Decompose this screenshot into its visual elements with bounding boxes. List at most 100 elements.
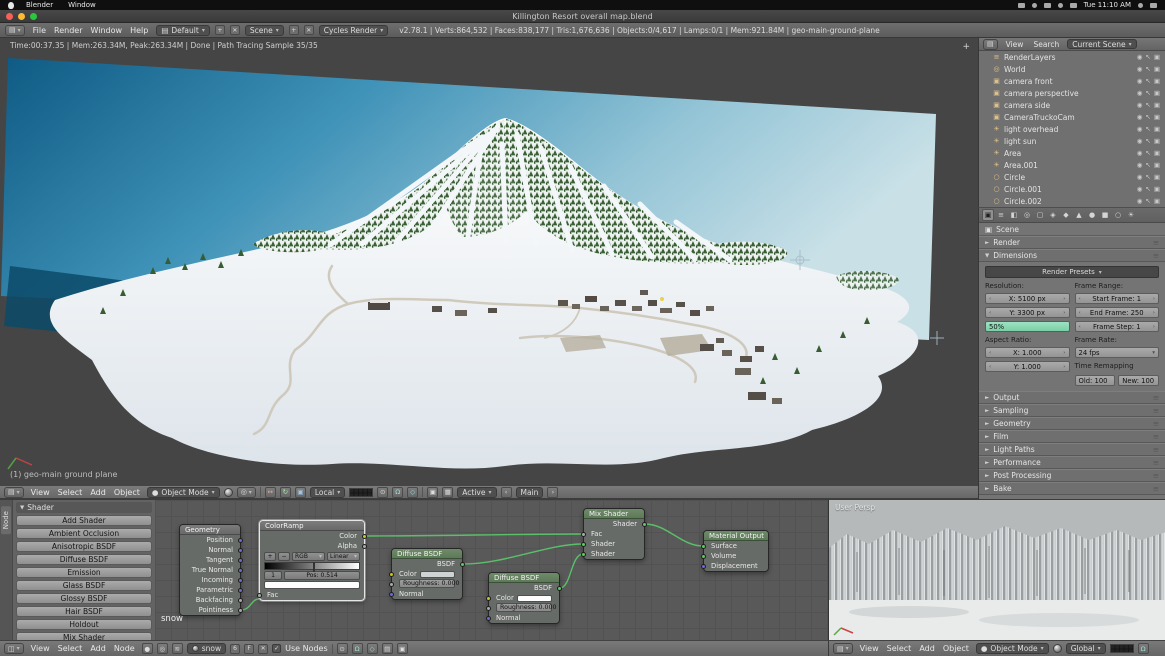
collapsed-panel-header[interactable]: ► Light Paths ≡ xyxy=(979,443,1165,456)
viewport-menu-item[interactable]: Object xyxy=(111,488,143,497)
resolution-x-field[interactable]: ‹X: 5100 px› xyxy=(985,293,1070,304)
collapsed-panel-header[interactable]: ► Bake ≡ xyxy=(979,482,1165,495)
outliner-item-name[interactable]: RenderLayers xyxy=(1004,53,1134,62)
viewport-menu-item[interactable]: Add xyxy=(916,644,938,653)
properties-tab[interactable]: ◆ xyxy=(1060,209,1072,221)
viewport-menu-item[interactable]: Object xyxy=(940,644,972,653)
outliner-display-mode[interactable]: Current Scene ▾ xyxy=(1067,39,1136,49)
selectability-toggle-icon[interactable]: ↖ xyxy=(1145,173,1150,181)
outliner-item-name[interactable]: CameraTruckoCam xyxy=(1004,113,1134,122)
close-window-button[interactable] xyxy=(6,13,13,20)
panel-grip-icon[interactable]: ≡ xyxy=(1153,393,1159,402)
screen-name-field[interactable]: Main xyxy=(516,487,544,498)
selectability-toggle-icon[interactable]: ↖ xyxy=(1145,65,1150,73)
node-socket[interactable] xyxy=(238,538,243,543)
node-socket[interactable] xyxy=(460,562,465,567)
viewport-shading-icon[interactable] xyxy=(1053,644,1062,653)
collapsed-panel-header[interactable]: ► Film ≡ xyxy=(979,430,1165,443)
visibility-toggle-icon[interactable]: ◉ xyxy=(1137,89,1143,97)
node-socket[interactable] xyxy=(238,598,243,603)
aspect-y-field[interactable]: ‹Y: 1.000› xyxy=(985,361,1070,372)
use-nodes-checkbox[interactable]: ✓ xyxy=(272,644,281,653)
node-canvas[interactable]: Geometry Position Normal Tangent xyxy=(155,499,828,640)
mode-selector[interactable]: ● Object Mode ▾ xyxy=(147,487,220,498)
node-socket[interactable] xyxy=(701,564,706,569)
editor-type-button[interactable]: ▤ ▾ xyxy=(833,643,853,654)
node-socket[interactable] xyxy=(238,548,243,553)
node-header[interactable]: Diffuse BSDF xyxy=(489,573,559,583)
remap-old-field[interactable]: Old: 100 xyxy=(1075,375,1116,386)
frame-start-field[interactable]: ‹Start Frame: 1› xyxy=(1075,293,1160,304)
render-engine-selector[interactable]: Cycles Render ▾ xyxy=(319,25,389,36)
increment-icon[interactable]: › xyxy=(1063,350,1065,356)
properties-tab[interactable]: ○ xyxy=(1112,209,1124,221)
add-layout-button[interactable]: + xyxy=(215,25,225,35)
manipulator-scale-icon[interactable]: ▣ xyxy=(295,487,306,498)
properties-tab[interactable]: ▲ xyxy=(1073,209,1085,221)
outliner-item[interactable]: ☀ light overhead ◉ ↖ ▣ xyxy=(979,123,1165,135)
render-opengl-icon[interactable]: ▣ xyxy=(427,487,438,498)
add-shader-node-button[interactable]: Glossy BSDF xyxy=(16,593,152,604)
active-selector[interactable]: Active ▾ xyxy=(457,487,496,498)
panel-grip-icon[interactable]: ≡ xyxy=(1153,419,1159,428)
outliner-item-name[interactable]: camera perspective xyxy=(1004,89,1134,98)
add-scene-button[interactable]: + xyxy=(289,25,299,35)
interpolation-dropdown[interactable]: Linear ▾ xyxy=(327,552,360,561)
node-socket[interactable] xyxy=(389,592,394,597)
info-menu-item[interactable]: Help xyxy=(127,26,151,35)
outliner-item[interactable]: ▣ camera perspective ◉ ↖ ▣ xyxy=(979,87,1165,99)
snap-magnet-icon[interactable]: Ω xyxy=(1138,643,1149,654)
outliner-item[interactable]: ☀ Area ◉ ↖ ▣ xyxy=(979,147,1165,159)
render-toggle-icon[interactable]: ▣ xyxy=(1154,197,1160,205)
render-toggle-icon[interactable]: ▣ xyxy=(1154,101,1160,109)
outliner-item[interactable]: ☀ light sun ◉ ↖ ▣ xyxy=(979,135,1165,147)
resolution-percentage-slider[interactable]: 50% xyxy=(985,321,1070,332)
panel-grip-icon[interactable]: ≡ xyxy=(1153,458,1159,467)
aspect-x-field[interactable]: ‹X: 1.000› xyxy=(985,347,1070,358)
viewport-menu-item[interactable]: View xyxy=(28,488,53,497)
decrement-icon[interactable]: ‹ xyxy=(1079,296,1081,302)
manipulator-translate-icon[interactable]: ↔ xyxy=(265,487,276,498)
collapsed-panel-header[interactable]: ► Post Processing ≡ xyxy=(979,469,1165,482)
node-geometry[interactable]: Geometry Position Normal Tangent xyxy=(179,524,241,616)
outliner-item[interactable]: ○ Circle.001 ◉ ↖ ▣ xyxy=(979,183,1165,195)
outliner-item-name[interactable]: camera side xyxy=(1004,101,1134,110)
auto-render-icon[interactable]: ▣ xyxy=(397,643,408,654)
lock-icon[interactable]: ⊙ xyxy=(377,487,388,498)
selectability-toggle-icon[interactable]: ↖ xyxy=(1145,77,1150,85)
render-panel-header[interactable]: ► Render ≡ xyxy=(979,236,1165,249)
add-shader-node-button[interactable]: Hair BSDF xyxy=(16,606,152,617)
viewport-menu-item[interactable]: Select xyxy=(884,644,915,653)
outliner-item-name[interactable]: Circle xyxy=(1004,173,1134,182)
visibility-toggle-icon[interactable]: ◉ xyxy=(1137,185,1143,193)
screen-layout-selector[interactable]: ▤ Default ▾ xyxy=(156,25,210,36)
color-mode-dropdown[interactable]: RGB ▾ xyxy=(292,552,325,561)
selectability-toggle-icon[interactable]: ↖ xyxy=(1145,149,1150,157)
node-header[interactable]: Geometry xyxy=(180,525,240,535)
node-socket[interactable] xyxy=(701,554,706,559)
node-socket[interactable] xyxy=(486,616,491,621)
pin-icon[interactable]: ⊙ xyxy=(337,643,348,654)
panel-grip-icon[interactable]: ≡ xyxy=(1153,432,1159,441)
region-expand-icon[interactable]: + xyxy=(962,42,970,52)
add-stop-button[interactable]: + xyxy=(264,552,276,561)
node-mix-shader[interactable]: Mix Shader Shader Fac Shader xyxy=(583,508,645,560)
node-diffuse-bsdf-1[interactable]: Diffuse BSDF BSDF Color Roughness: 0.000… xyxy=(391,548,463,600)
keyboard-icon[interactable] xyxy=(1018,3,1025,8)
visibility-toggle-icon[interactable]: ◉ xyxy=(1137,125,1143,133)
stop-position-field[interactable]: Pos: 0.514 xyxy=(284,571,360,580)
spotlight-icon[interactable] xyxy=(1138,3,1143,8)
editor-type-button[interactable]: ▤ xyxy=(983,39,998,50)
node-socket[interactable] xyxy=(486,606,491,611)
node-menu-item[interactable]: Node xyxy=(111,644,138,653)
color-swatch[interactable] xyxy=(517,595,552,602)
node-socket[interactable] xyxy=(389,572,394,577)
render-toggle-icon[interactable]: ▣ xyxy=(1154,65,1160,73)
resolution-y-field[interactable]: ‹Y: 3300 px› xyxy=(985,307,1070,318)
editor-type-button[interactable]: ▤ ▾ xyxy=(4,487,24,498)
increment-icon[interactable]: › xyxy=(1153,296,1155,302)
visibility-toggle-icon[interactable]: ◉ xyxy=(1137,173,1143,181)
visibility-toggle-icon[interactable]: ◉ xyxy=(1137,113,1143,121)
increment-icon[interactable]: › xyxy=(1063,310,1065,316)
snap-magnet-icon[interactable]: Ω xyxy=(352,643,363,654)
